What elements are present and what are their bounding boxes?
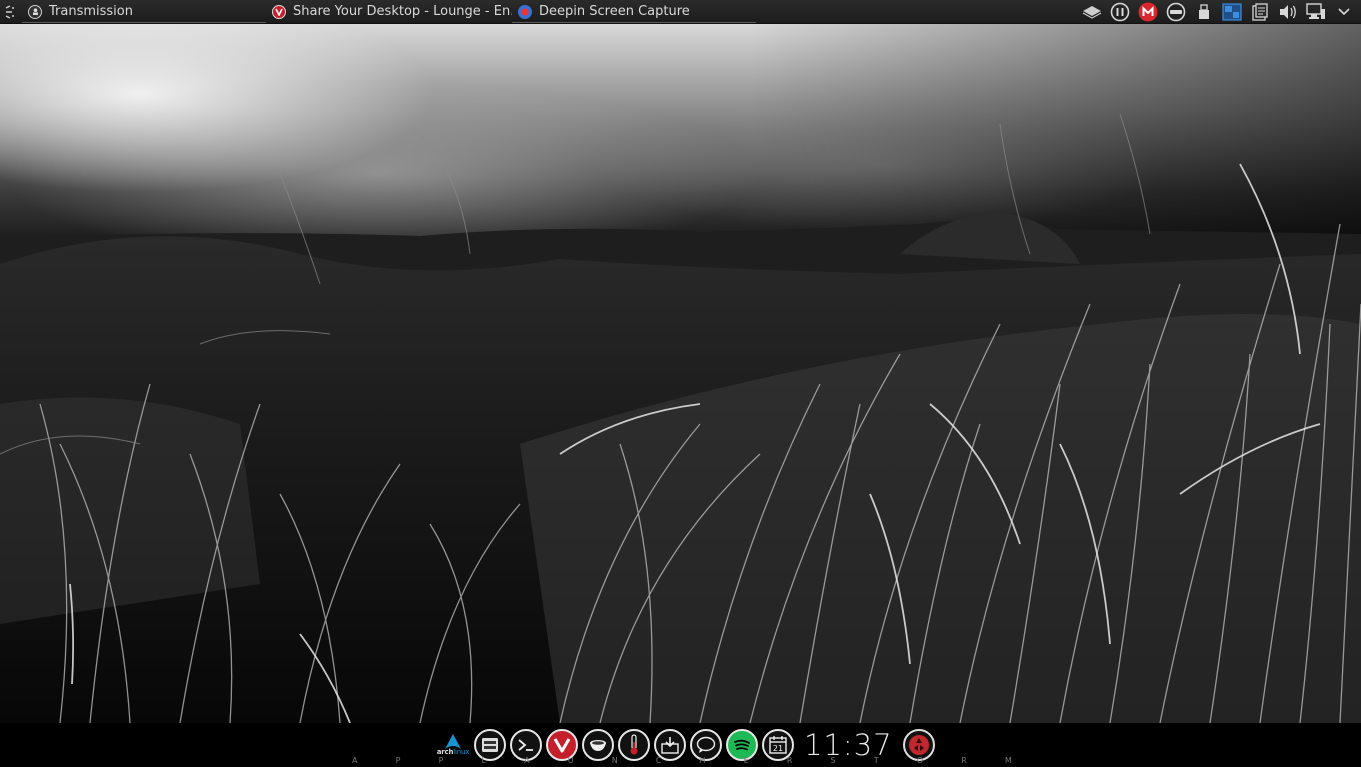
- dock-letter: M: [1004, 756, 1012, 765]
- volume-icon[interactable]: [1277, 1, 1299, 23]
- svg-text:21: 21: [773, 744, 783, 753]
- arch-linux-logo-icon: [445, 734, 461, 749]
- chat-bubble-icon: [696, 736, 716, 753]
- desktop: Transmission Share Your Desktop - Lounge…: [0, 0, 1361, 767]
- top-panel: Transmission Share Your Desktop - Lounge…: [0, 0, 1361, 24]
- installer-icon: [661, 737, 679, 754]
- dock-letter: P: [395, 756, 401, 765]
- task-title: Share Your Desktop - Lounge - En...: [293, 4, 512, 19]
- transmission-icon: [28, 4, 42, 19]
- dock-letter: U: [567, 756, 574, 765]
- calendar-icon: 21: [769, 736, 787, 754]
- expand-tray-icon[interactable]: [1333, 1, 1355, 23]
- task-transmission[interactable]: Transmission: [22, 0, 266, 24]
- dock-letter: N: [611, 756, 618, 765]
- dock-letter: P: [438, 756, 444, 765]
- bottom-dock-panel: archlinux 21 11:37 A P P L A U N C H E R…: [0, 723, 1361, 767]
- vivaldi-icon: [553, 738, 571, 753]
- task-deepin-screen-capture[interactable]: Deepin Screen Capture: [512, 0, 756, 24]
- dock-letter: R: [786, 756, 793, 765]
- dock-letter: A: [524, 756, 530, 765]
- disk-icon[interactable]: [1165, 1, 1187, 23]
- coffee-cup-icon: [590, 740, 606, 751]
- clipboard-icon[interactable]: [1249, 1, 1271, 23]
- vivaldi-icon: [272, 4, 286, 19]
- dock-letter: O: [916, 756, 924, 765]
- trash-icon: [908, 735, 929, 755]
- task-title: Deepin Screen Capture: [539, 4, 690, 19]
- system-tray: [1081, 0, 1361, 24]
- network-icon[interactable]: [1305, 1, 1327, 23]
- desktop-wallpaper: [0, 24, 1361, 723]
- thermometer-icon: [630, 734, 638, 755]
- caffeine-icon[interactable]: [1109, 1, 1131, 23]
- pager-icon[interactable]: [1221, 1, 1243, 23]
- dock-letter: C: [655, 756, 662, 765]
- task-title: Transmission: [49, 4, 133, 19]
- menu-arrows-icon: [5, 4, 14, 19]
- usb-icon[interactable]: [1193, 1, 1215, 23]
- file-manager-icon: [482, 738, 498, 752]
- mega-icon[interactable]: [1137, 1, 1159, 23]
- spotify-icon: [734, 739, 750, 751]
- arch-linux-label: archlinux: [436, 748, 470, 756]
- task-vivaldi[interactable]: Share Your Desktop - Lounge - En...: [266, 0, 512, 24]
- task-underline: [22, 21, 266, 23]
- terminal-icon: [518, 739, 533, 751]
- dock-letter: E: [743, 756, 749, 765]
- dock-letter: R: [961, 756, 967, 765]
- dock-letter: H: [699, 756, 706, 765]
- dock-letter: T: [873, 756, 879, 765]
- application-menu-button[interactable]: [0, 0, 20, 24]
- task-underline: [512, 21, 756, 23]
- dock-letter: L: [481, 756, 486, 765]
- dock-letter: A: [352, 756, 358, 765]
- grass-landscape-image: [0, 24, 1361, 723]
- deepin-screenshot-icon: [518, 4, 532, 19]
- dock-label-letters: APPLAUNCHERSTORM: [352, 756, 1012, 766]
- dock-letter: S: [830, 756, 836, 765]
- dropbox-icon[interactable]: [1081, 1, 1103, 23]
